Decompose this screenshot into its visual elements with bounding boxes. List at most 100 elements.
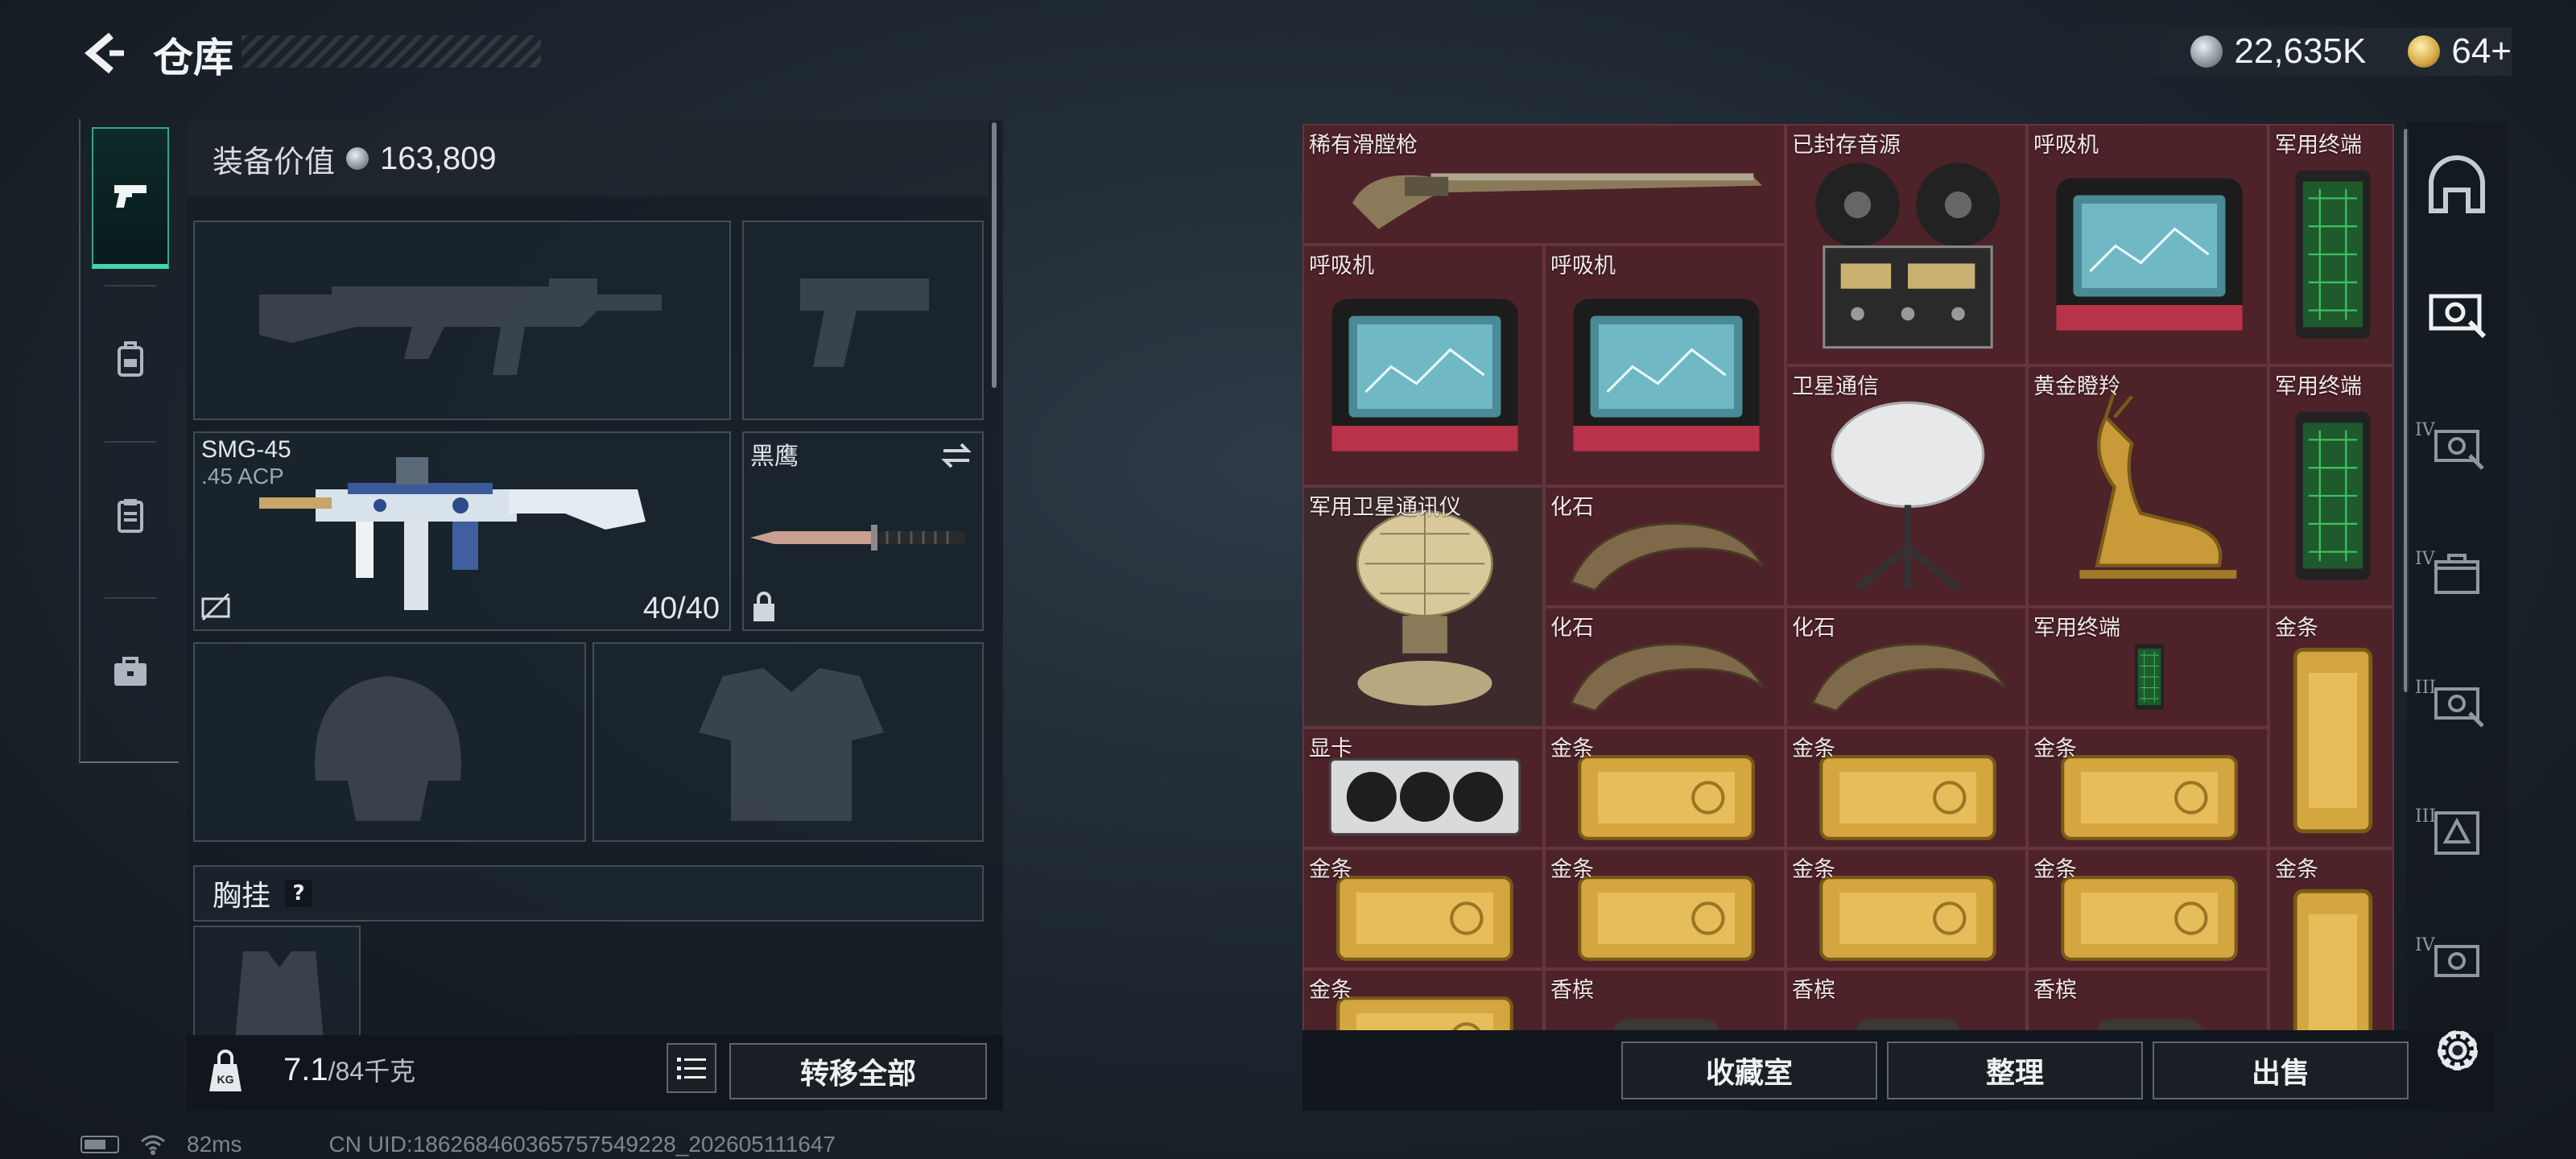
tab-backpack[interactable]	[92, 288, 169, 430]
collection-room-button[interactable]: 收藏室	[1621, 1041, 1877, 1099]
chest-rig-label: 胸挂	[213, 880, 271, 913]
storage-item[interactable]: 金条	[1785, 728, 2027, 848]
help-icon[interactable]: ?	[285, 880, 313, 907]
chest-rig-silhouette-icon	[235, 951, 324, 1038]
storage-item[interactable]: 金条	[2027, 848, 2268, 969]
body-armor-slot[interactable]	[592, 642, 984, 842]
storage-item[interactable]: 金条	[2268, 848, 2394, 1030]
medical-station-icon[interactable]	[2425, 541, 2489, 605]
storage-item-label: 金条	[1309, 978, 1352, 1003]
bunker-icon[interactable]	[2425, 155, 2489, 219]
storage-item[interactable]: 稀有滑膛枪	[1302, 124, 1785, 245]
loadout-tab-rail	[79, 119, 179, 763]
user-id: CN UID:1862684603657575492​28_2026051116…	[328, 1132, 836, 1157]
list-view-button[interactable]	[667, 1043, 716, 1093]
gold-bar-icon	[1578, 876, 1755, 961]
equipment-value-label: 装备价值	[213, 143, 336, 179]
storage-item[interactable]: 香槟	[1785, 969, 2027, 1030]
max-weight: /84千克	[328, 1057, 416, 1086]
ammo-count: 40/40	[642, 592, 720, 625]
storage-item[interactable]: 军用终端	[2268, 124, 2394, 365]
pistol-silhouette-icon	[800, 278, 929, 367]
tab-armor[interactable]	[92, 444, 169, 586]
melee-weapon-slot[interactable]: 黑鹰	[742, 431, 984, 631]
military-terminal-icon	[2295, 170, 2371, 339]
storage-item-label: 香槟	[2033, 978, 2077, 1003]
storage-item-label: 军用卫星通讯仪	[1309, 495, 1461, 520]
storage-item[interactable]: 金条	[1302, 848, 1544, 969]
no-mod-icon	[201, 592, 230, 621]
swap-icon[interactable]	[939, 439, 974, 472]
settings-gear-icon[interactable]	[2428, 1021, 2487, 1080]
storage-item-label: 军用终端	[2275, 133, 2362, 158]
transfer-all-button[interactable]: 转移全部	[729, 1043, 987, 1099]
storage-item[interactable]: 呼吸机	[2027, 124, 2268, 365]
tab-weapons[interactable]	[92, 127, 169, 269]
fossil-claw-icon	[1569, 522, 1765, 592]
gold-balance[interactable]: 64+	[2451, 31, 2512, 72]
tab-toolkit[interactable]	[92, 600, 169, 742]
storage-item[interactable]: 显卡	[1302, 728, 1544, 848]
current-weight: 7.1	[283, 1052, 328, 1087]
sort-button[interactable]: 整理	[1887, 1041, 2143, 1099]
loadout-panel: 装备价值 163,809 SMG-45 .45 ACP 40/40 黑鹰 胸挂 …	[187, 121, 1003, 1111]
storage-item[interactable]: 呼吸机	[1302, 245, 1544, 486]
storage-item[interactable]: 化石	[1544, 607, 1785, 728]
weight-bag-icon: KG	[209, 1050, 242, 1091]
loadout-scrollbar[interactable]	[992, 122, 997, 388]
storage-item-label: 金条	[1309, 857, 1352, 882]
armor-station-icon[interactable]	[2425, 798, 2489, 863]
lock-icon	[753, 592, 774, 621]
champagne-icon	[2097, 1019, 2202, 1030]
helmet-slot[interactable]	[193, 642, 586, 842]
storage-item[interactable]: 化石	[1785, 607, 2027, 728]
workbench-icon[interactable]	[2425, 927, 2489, 992]
storage-item[interactable]: 军用卫星通讯仪	[1302, 486, 1544, 728]
clipboard-icon	[118, 499, 143, 533]
storage-item[interactable]: 香槟	[2027, 969, 2268, 1030]
storage-item[interactable]: 金条	[1544, 728, 1785, 848]
storage-item[interactable]: 军用终端	[2268, 365, 2394, 607]
storage-item[interactable]: 黄金瞪羚	[2027, 365, 2268, 607]
storage-item-label: 化石	[1550, 495, 1594, 520]
storage-item[interactable]: 金条	[2027, 728, 2268, 848]
storage-item[interactable]: 香槟	[1544, 969, 1785, 1030]
battery-icon	[80, 1136, 119, 1153]
workbench-icon[interactable]	[2425, 280, 2489, 344]
storage-item[interactable]: 军用终端	[2027, 607, 2268, 728]
storage-item-label: 金条	[2275, 857, 2318, 882]
sell-button[interactable]: 出售	[2153, 1041, 2409, 1099]
workbench-icon[interactable]	[2425, 412, 2489, 476]
storage-item-label: 香槟	[1550, 978, 1594, 1003]
storage-item-label: 黄金瞪羚	[2033, 374, 2120, 399]
gold-bar-icon	[1819, 755, 1996, 840]
back-button[interactable]	[77, 27, 129, 79]
weight-readout: 7.1/84千克	[283, 1051, 415, 1088]
storage-item[interactable]: 已封存音源	[1785, 124, 2027, 365]
storage-item[interactable]: 金条	[1544, 848, 1785, 969]
satellite-dish-icon	[1831, 401, 1985, 592]
wifi-icon	[141, 1135, 165, 1155]
helmet-silhouette-icon	[315, 676, 461, 821]
military-satellite-comm-icon	[1356, 509, 1493, 706]
storage-item-label: 稀有滑膛枪	[1309, 133, 1418, 158]
workbench-icon[interactable]	[2425, 670, 2489, 734]
storage-item[interactable]: 金条	[1302, 969, 1544, 1030]
storage-item[interactable]: 卫星通信	[1785, 365, 2027, 607]
equipped-weapon-slot[interactable]: SMG-45 .45 ACP 40/40	[193, 431, 731, 631]
storage-item-label: 显卡	[1309, 736, 1352, 761]
storage-item[interactable]: 呼吸机	[1544, 245, 1785, 486]
champagne-icon	[1856, 1019, 1960, 1030]
storage-item-label: 已封存音源	[1792, 133, 1901, 158]
primary-weapon-slot[interactable]	[193, 221, 731, 420]
secondary-weapon-slot[interactable]	[742, 221, 984, 420]
storage-item-label: 金条	[1550, 857, 1594, 882]
storage-item-label: 金条	[2275, 616, 2318, 641]
storage-item-label: 金条	[1792, 857, 1835, 882]
chest-rig-slot[interactable]	[193, 926, 361, 1038]
storage-item[interactable]: 金条	[1785, 848, 2027, 969]
capacity-bar: KG 7.1/84千克 转移全部	[187, 1035, 1003, 1111]
storage-item[interactable]: 金条	[2268, 607, 2394, 848]
currency-display: 22,635K 64+	[2061, 27, 2512, 76]
storage-item[interactable]: 化石	[1544, 486, 1785, 607]
